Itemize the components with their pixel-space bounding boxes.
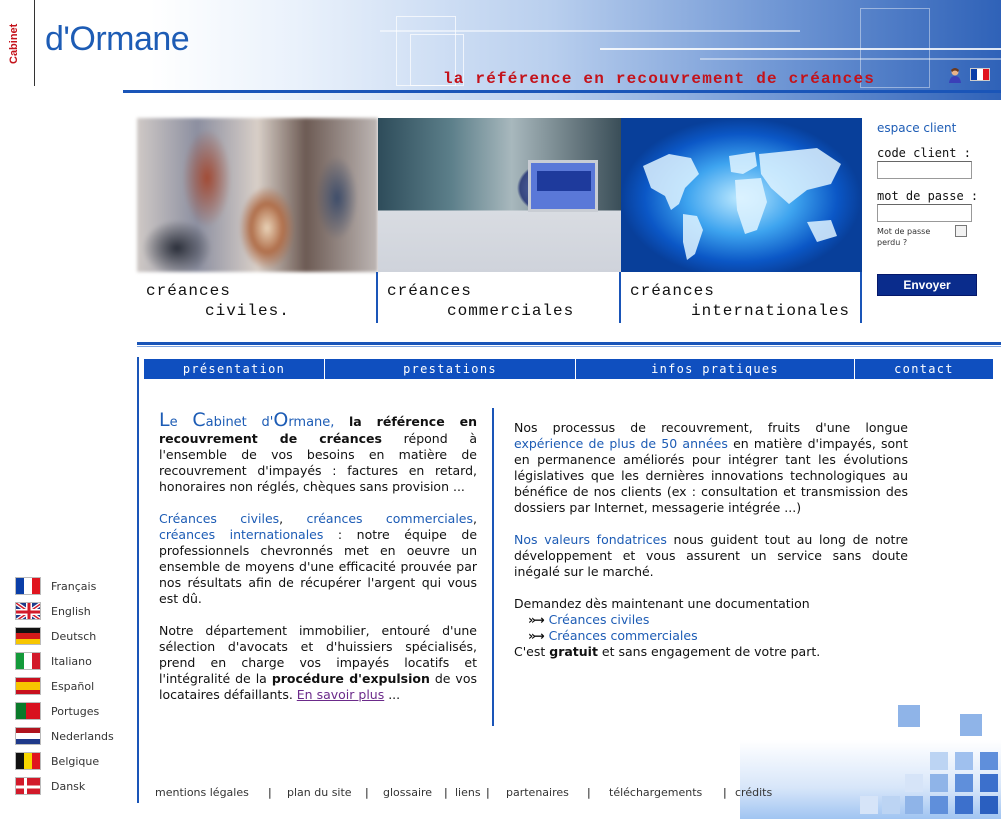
- french-flag-icon[interactable]: [970, 68, 990, 81]
- footer-mentions-legales[interactable]: mentions légales: [155, 786, 249, 799]
- documentation-block: Demandez dès maintenant une documentatio…: [514, 596, 821, 659]
- crowd-photo: [137, 118, 378, 272]
- footer-separator: |: [723, 786, 727, 799]
- nav-presentation[interactable]: présentation: [144, 359, 325, 379]
- forgot-password-checkbox[interactable]: [955, 225, 967, 237]
- doc-link-creances-commerciales[interactable]: Créances commerciales: [549, 628, 698, 643]
- nav-contact[interactable]: contact: [855, 359, 993, 379]
- brand-logo-text[interactable]: d'Ormane: [45, 20, 190, 59]
- login-title: espace client: [877, 121, 957, 135]
- client-code-input[interactable]: [877, 161, 972, 179]
- client-code-label: code client :: [877, 146, 971, 160]
- brand-rule: [34, 0, 35, 86]
- footer-liens[interactable]: liens: [455, 786, 481, 799]
- panel-caption-line2: civiles.: [205, 302, 290, 320]
- panel-caption-line1: créances: [146, 282, 231, 300]
- arrow-icon: »→: [528, 628, 545, 643]
- world-map-photo: [621, 118, 862, 272]
- footer-separator: |: [268, 786, 272, 799]
- footer-separator: |: [444, 786, 448, 799]
- real-estate-paragraph: Notre département immobilier, entouré d'…: [159, 623, 477, 702]
- link-en-savoir-plus[interactable]: En savoir plus: [297, 687, 384, 702]
- main-nav: présentation prestations infos pratiques…: [144, 359, 993, 379]
- flag-denmark-icon: [15, 777, 41, 795]
- intro-column: Le Cabinet d'Ormane, la référence en rec…: [159, 409, 478, 719]
- process-paragraph: Nos processus de recouvrement, fruits d'…: [514, 420, 909, 515]
- content-left-rule: [137, 357, 139, 803]
- machinery-photo: [378, 118, 621, 272]
- panel-creances-civiles[interactable]: créances civiles.: [137, 118, 378, 323]
- panel-caption-line2: commerciales: [447, 302, 575, 320]
- panel-caption-line1: créances: [630, 282, 715, 300]
- footer-partenaires[interactable]: partenaires: [506, 786, 569, 799]
- doc-link-creances-civiles[interactable]: Créances civiles: [549, 612, 650, 627]
- nav-infos-pratiques[interactable]: infos pratiques: [576, 359, 855, 379]
- process-column: Nos processus de recouvrement, fruits d'…: [514, 420, 908, 660]
- flag-belgium-icon: [15, 752, 41, 770]
- footer-credits[interactable]: crédits: [735, 786, 772, 799]
- flag-portugal-icon: [15, 702, 41, 720]
- section-divider: [137, 342, 1001, 345]
- lang-belgique[interactable]: Belgique: [15, 751, 99, 771]
- footer-glossaire[interactable]: glossaire: [383, 786, 432, 799]
- footer-telechargements[interactable]: téléchargements: [609, 786, 702, 799]
- panel-creances-internationales[interactable]: créances internationales: [621, 118, 862, 323]
- header-rule: [123, 90, 1001, 93]
- footer-separator: |: [587, 786, 591, 799]
- link-creances-commerciales[interactable]: créances commerciales: [306, 511, 473, 526]
- lang-dansk[interactable]: Dansk: [15, 776, 85, 796]
- lang-francais[interactable]: Français: [15, 576, 96, 596]
- link-creances-internationales[interactable]: créances internationales: [159, 527, 323, 542]
- arrow-icon: »→: [528, 612, 545, 627]
- lang-portuges[interactable]: Portuges: [15, 701, 99, 721]
- flag-france-icon: [15, 577, 41, 595]
- flag-germany-icon: [15, 627, 41, 645]
- footer-separator: |: [365, 786, 369, 799]
- services-paragraph: Créances civiles, créances commerciales,…: [159, 511, 478, 606]
- tagline: la référence en recouvrement de créances: [443, 70, 876, 88]
- flag-uk-icon: [15, 602, 41, 620]
- lang-italiano[interactable]: Italiano: [15, 651, 92, 671]
- flag-netherlands-icon: [15, 727, 41, 745]
- panel-caption-line2: internationales: [691, 302, 851, 320]
- link-valeurs-fondatrices[interactable]: Nos valeurs fondatrices: [514, 532, 667, 547]
- password-input[interactable]: [877, 204, 972, 222]
- lang-espanol[interactable]: Español: [15, 676, 94, 696]
- flag-italy-icon: [15, 652, 41, 670]
- footer-separator: |: [486, 786, 490, 799]
- panel-caption-line1: créances: [387, 282, 472, 300]
- decorative-squares: [740, 700, 1001, 819]
- lang-nederlands[interactable]: Nederlands: [15, 726, 114, 746]
- lang-english[interactable]: English: [15, 601, 91, 621]
- link-creances-civiles[interactable]: Créances civiles: [159, 511, 279, 526]
- nav-prestations[interactable]: prestations: [325, 359, 576, 379]
- column-divider: [492, 408, 494, 726]
- forgot-password-label: Mot de passe perdu ?: [877, 227, 931, 247]
- panel-creances-commerciales[interactable]: créances commerciales: [378, 118, 621, 323]
- submit-button[interactable]: Envoyer: [877, 274, 977, 296]
- values-paragraph: Nos valeurs fondatrices nous guident tou…: [514, 532, 909, 579]
- lang-deutsch[interactable]: Deutsch: [15, 626, 96, 646]
- footer-plan-du-site[interactable]: plan du site: [287, 786, 352, 799]
- intro-paragraph: Le Cabinet d'Ormane, la référence en rec…: [159, 409, 477, 495]
- client-person-icon[interactable]: [947, 67, 963, 83]
- brand-cabinet-label: Cabinet: [8, 23, 20, 65]
- flag-spain-icon: [15, 677, 41, 695]
- password-label: mot de passe :: [877, 189, 979, 203]
